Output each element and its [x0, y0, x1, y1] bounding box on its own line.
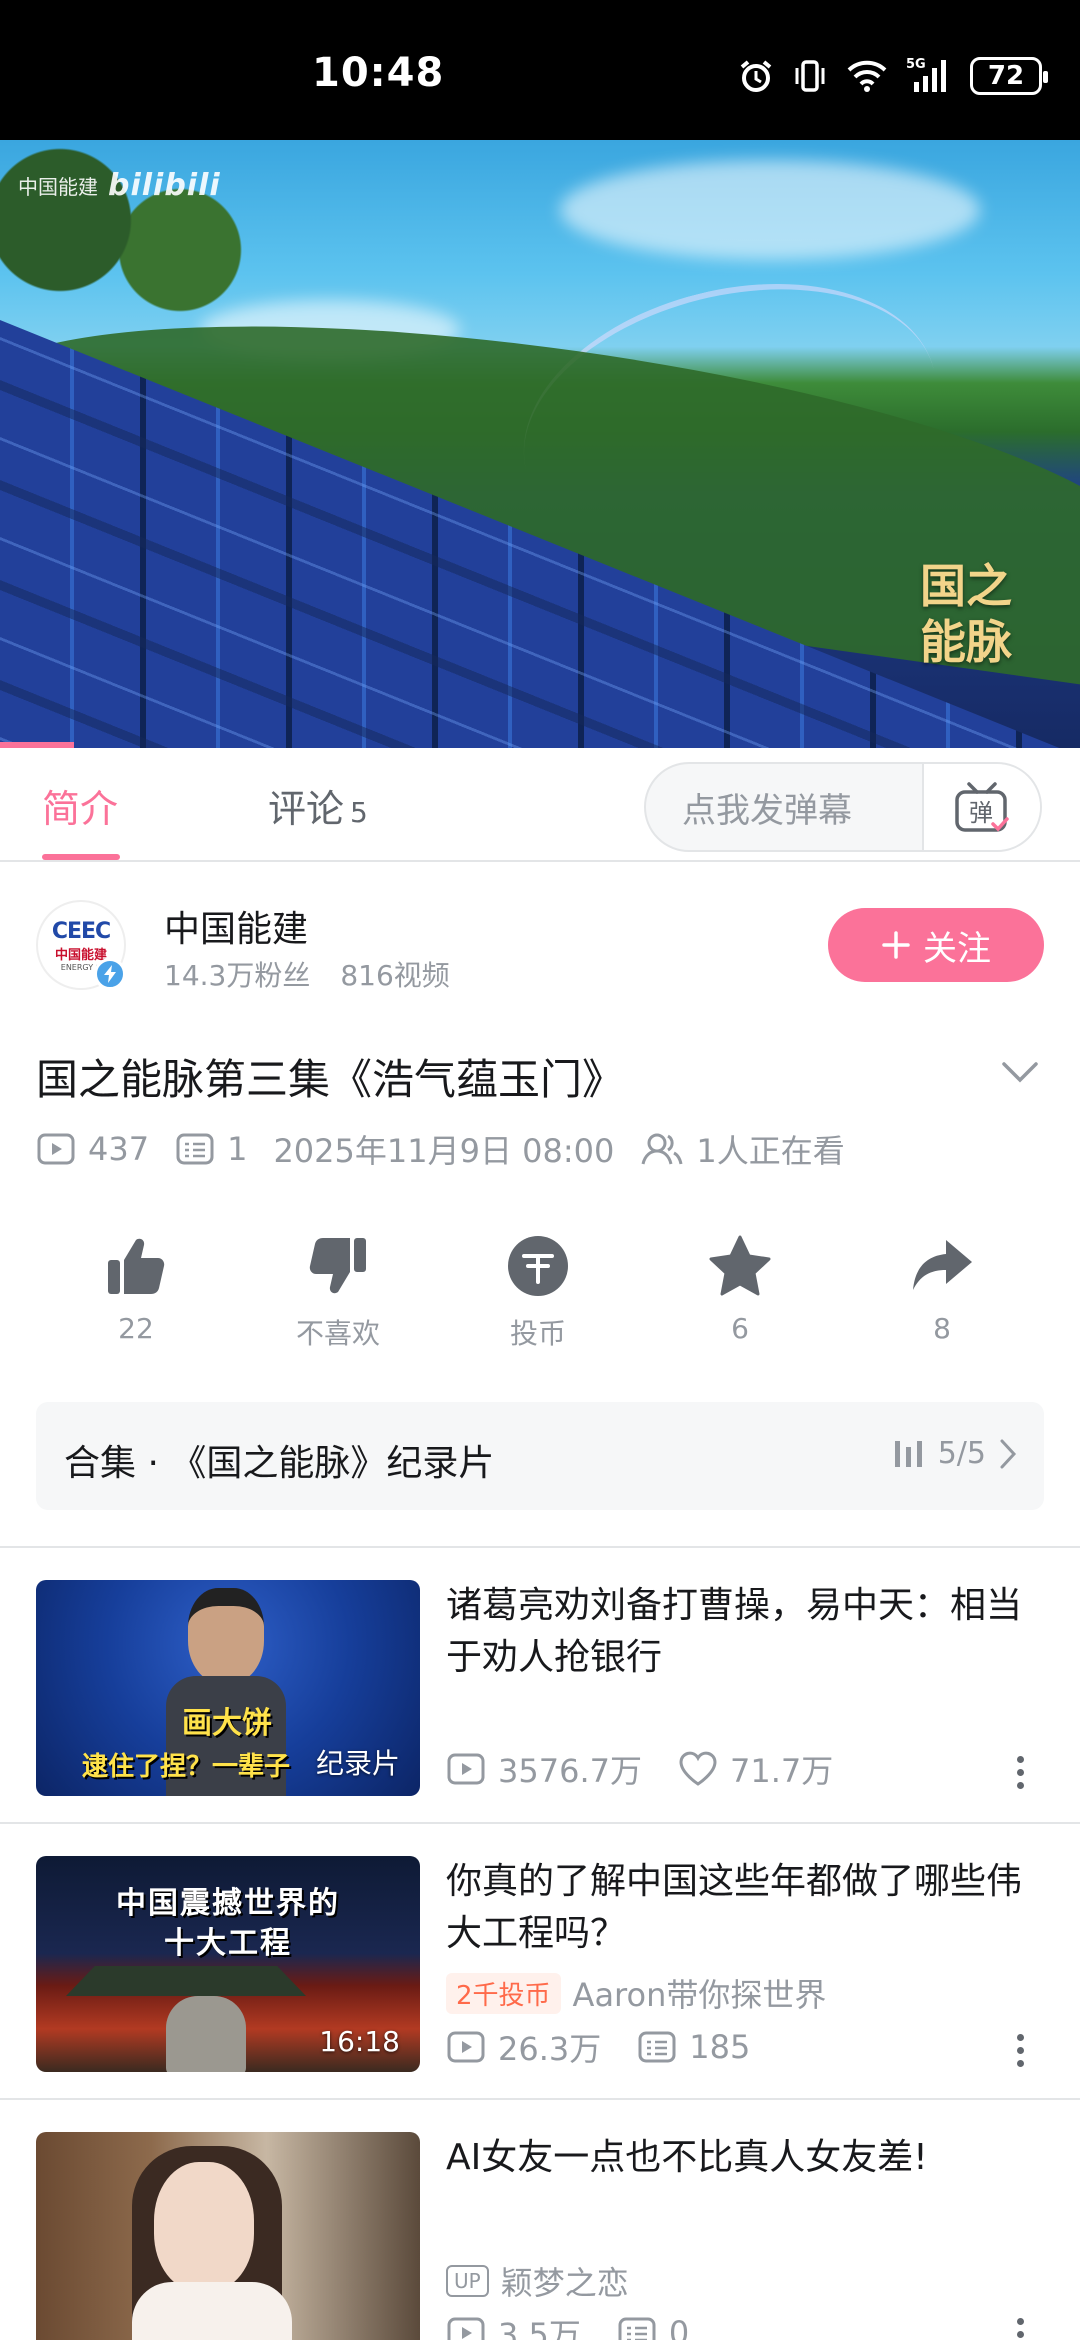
recommended-stats: 26.3万 185 — [446, 2024, 750, 2070]
svg-text:5G: 5G — [906, 57, 926, 72]
video-title: 国之能脉第三集《浩气蕴玉门》 — [36, 1055, 625, 1104]
play-count-icon — [37, 1133, 75, 1165]
danmaku-input[interactable]: 点我发弹幕 弹 — [644, 762, 1042, 852]
recommended-video[interactable]: 画大饼 逮住了捏？一辈子 纪录片 诸葛亮劝刘备打曹操，易中天：相当于劝人抢银行 … — [0, 1548, 1080, 1824]
alarm-icon — [740, 60, 772, 92]
coin-icon — [508, 1236, 568, 1296]
recommended-stats: 3576.7万 71.7万 — [446, 1746, 833, 1792]
danmaku-placeholder[interactable]: 点我发弹幕 — [646, 783, 922, 832]
status-icons: 5G 72 — [738, 56, 1048, 96]
recommended-video[interactable]: AI女友一点也不比真人女友差! UP 颖梦之恋 3.5万 0 — [0, 2100, 1080, 2340]
danmaku-tv-icon: 弹 — [955, 782, 1009, 832]
video-thumbnail[interactable]: 中国震撼世界的 十大工程 16:18 — [36, 1856, 420, 2072]
battery-indicator: 72 — [970, 57, 1048, 95]
more-options-icon[interactable] — [1010, 1756, 1030, 1789]
play-count-icon — [447, 2031, 485, 2063]
tab-comments[interactable]: 评论 5 — [268, 778, 368, 833]
more-options-icon[interactable] — [1010, 2318, 1030, 2340]
collection-title: 合集 · 《国之能脉》纪录片 — [64, 1443, 495, 1484]
recommended-stats: 3.5万 0 — [446, 2310, 689, 2340]
danmaku-count-icon — [176, 1133, 214, 1165]
recommended-title[interactable]: 你真的了解中国这些年都做了哪些伟大工程吗？ — [446, 1856, 1046, 1960]
like-icon — [108, 1238, 165, 1294]
wifi-icon — [847, 60, 887, 92]
uploader-name[interactable]: 中国能建 — [164, 900, 308, 952]
action-bar: 22 不喜欢 投币 6 8 — [0, 1228, 1080, 1358]
play-count-icon — [447, 1753, 485, 1785]
uploader-stats: 14.3万粉丝 816视频 — [164, 959, 450, 992]
player-watermark: 中国能建 bilibili — [18, 168, 221, 203]
signal-icon: 5G — [906, 57, 946, 92]
recommended-title[interactable]: 诸葛亮劝刘备打曹操，易中天：相当于劝人抢银行 — [446, 1580, 1046, 1684]
uploader-row: CEEC 中国能建 ENERGY C 中国能建 14.3万粉丝 816视频 关注 — [0, 880, 1080, 1010]
up-tag: UP — [446, 2265, 489, 2297]
favorite-icon — [709, 1235, 771, 1296]
recommended-uploader: UP 颖梦之恋 — [446, 2258, 629, 2304]
detail-tabs: 简介 评论 5 点我发弹幕 弹 — [0, 748, 1080, 862]
heart-icon — [679, 1751, 717, 1786]
dislike-button[interactable]: 不喜欢 — [268, 1228, 408, 1352]
clock: 10:48 — [312, 50, 445, 96]
share-icon — [913, 1240, 972, 1290]
tab-intro[interactable]: 简介 — [42, 778, 118, 833]
svg-text:弹: 弹 — [969, 799, 993, 827]
status-bar: 10:48 5G 72 — [0, 0, 1080, 140]
chevron-down-icon[interactable] — [1000, 1060, 1040, 1084]
danmaku-count-icon — [638, 2031, 676, 2063]
collection-progress: 5/5 — [892, 1436, 1018, 1471]
collection-bar[interactable]: 合集 · 《国之能脉》纪录片 5/5 — [36, 1402, 1044, 1510]
active-tab-indicator — [42, 854, 120, 860]
thumbnail-badge: 纪录片 — [315, 1747, 400, 1780]
danmaku-count-icon — [618, 2317, 656, 2340]
like-button[interactable]: 22 — [66, 1228, 206, 1345]
recommended-title[interactable]: AI女友一点也不比真人女友差! — [446, 2132, 1046, 2184]
favorite-button[interactable]: 6 — [670, 1228, 810, 1345]
verified-badge-icon — [94, 958, 126, 990]
recommended-uploader: 2千投币 Aaron带你探世界 — [446, 1970, 826, 2016]
duration-badge: 16:18 — [319, 2025, 400, 2058]
video-thumbnail[interactable] — [36, 2132, 420, 2340]
video-thumbnail[interactable]: 画大饼 逮住了捏？一辈子 纪录片 — [36, 1580, 420, 1796]
share-button[interactable]: 8 — [872, 1228, 1012, 1345]
series-logo: 国之 能脉 — [920, 559, 1012, 669]
playlist-bars-icon — [894, 1440, 922, 1467]
more-options-icon[interactable] — [1010, 2034, 1030, 2067]
coin-button[interactable]: 投币 — [468, 1228, 608, 1352]
video-meta: 437 1 2025年11月9日 08:00 1人正在看 — [36, 1126, 845, 1172]
play-count-icon — [447, 2317, 485, 2340]
plus-icon — [882, 931, 910, 959]
danmaku-settings-button[interactable]: 弹 — [922, 764, 1040, 850]
recommended-video[interactable]: 中国震撼世界的 十大工程 16:18 你真的了解中国这些年都做了哪些伟大工程吗？… — [0, 1824, 1080, 2100]
chevron-right-icon — [1000, 1439, 1017, 1468]
video-player[interactable]: 中国能建 bilibili 国之 能脉 — [0, 140, 1080, 748]
dislike-icon — [309, 1238, 366, 1294]
follow-button[interactable]: 关注 — [828, 908, 1044, 982]
viewers-icon — [641, 1133, 683, 1165]
vibrate-icon — [795, 60, 825, 92]
